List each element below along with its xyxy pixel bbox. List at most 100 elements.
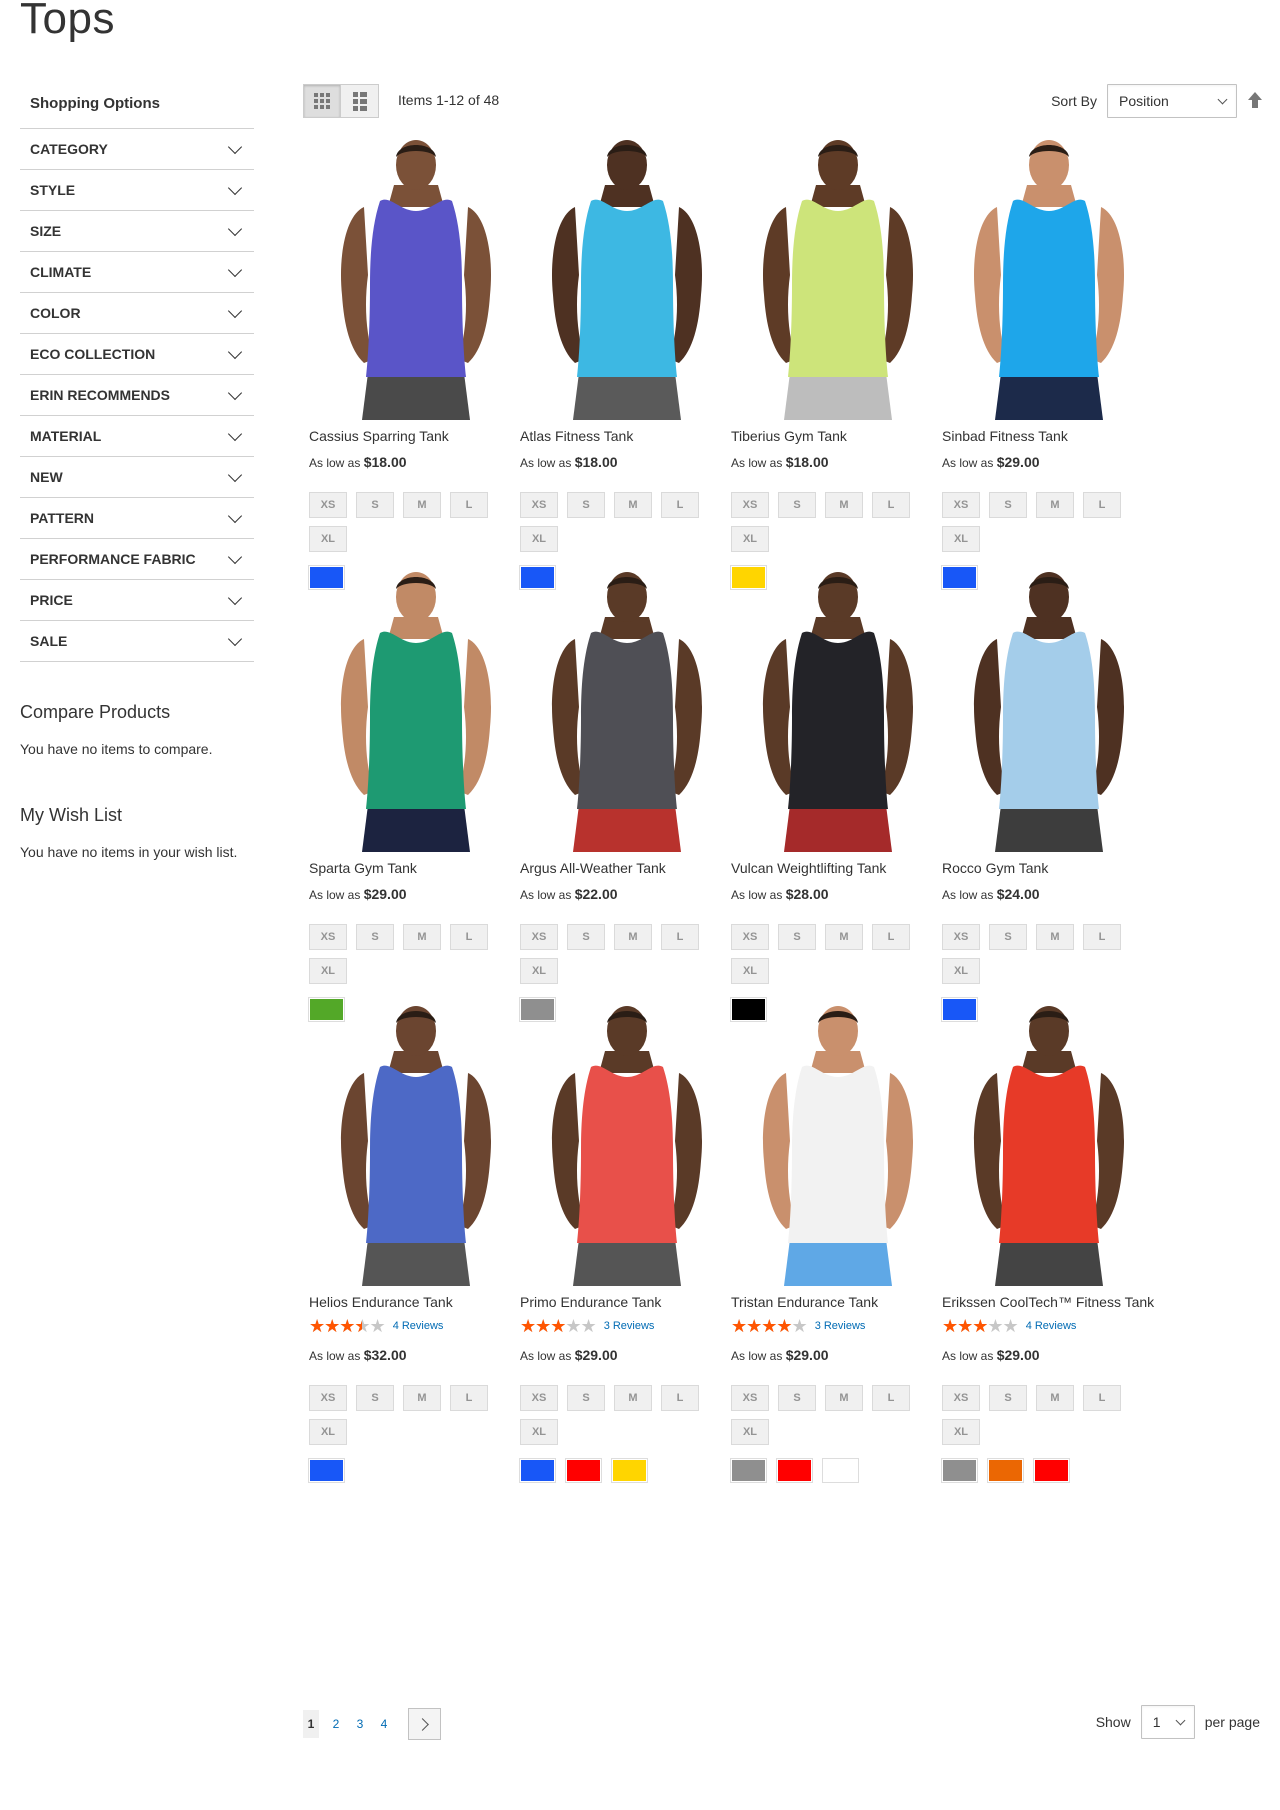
product-name[interactable]: Rocco Gym Tank — [942, 860, 1156, 876]
size-option-xl[interactable]: XL — [731, 958, 769, 984]
size-option-xs[interactable]: XS — [942, 924, 980, 950]
product-name[interactable]: Helios Endurance Tank — [309, 1294, 523, 1310]
reviews-link[interactable]: 3 Reviews — [815, 1320, 866, 1332]
product-image[interactable] — [517, 567, 737, 852]
filter-category[interactable]: CATEGORY — [20, 129, 254, 170]
product-image[interactable] — [306, 567, 526, 852]
color-swatch-red[interactable] — [1033, 1458, 1070, 1483]
product-image[interactable] — [517, 135, 737, 420]
size-option-xs[interactable]: XS — [942, 492, 980, 518]
page-link-2[interactable]: 2 — [324, 1710, 348, 1738]
color-swatch-blue[interactable] — [519, 1458, 556, 1483]
color-swatch-red[interactable] — [565, 1458, 602, 1483]
product-name[interactable]: Tristan Endurance Tank — [731, 1294, 945, 1310]
product-name[interactable]: Vulcan Weightlifting Tank — [731, 860, 945, 876]
reviews-link[interactable]: 3 Reviews — [604, 1320, 655, 1332]
product-image[interactable] — [728, 567, 948, 852]
filter-climate[interactable]: CLIMATE — [20, 252, 254, 293]
size-option-xs[interactable]: XS — [731, 924, 769, 950]
size-option-m[interactable]: M — [403, 924, 441, 950]
size-option-xl[interactable]: XL — [942, 526, 980, 552]
size-option-l[interactable]: L — [872, 492, 910, 518]
product-image[interactable] — [939, 135, 1159, 420]
page-link-4[interactable]: 4 — [372, 1710, 396, 1738]
product-name[interactable]: Cassius Sparring Tank — [309, 428, 523, 444]
size-option-s[interactable]: S — [356, 492, 394, 518]
size-option-m[interactable]: M — [1036, 492, 1074, 518]
product-image[interactable] — [939, 567, 1159, 852]
size-option-s[interactable]: S — [567, 492, 605, 518]
size-option-m[interactable]: M — [614, 924, 652, 950]
size-option-l[interactable]: L — [450, 924, 488, 950]
product-name[interactable]: Atlas Fitness Tank — [520, 428, 734, 444]
filter-pattern[interactable]: PATTERN — [20, 498, 254, 539]
size-option-s[interactable]: S — [778, 492, 816, 518]
size-option-m[interactable]: M — [403, 492, 441, 518]
size-option-s[interactable]: S — [989, 924, 1027, 950]
size-option-xl[interactable]: XL — [309, 526, 347, 552]
size-option-l[interactable]: L — [450, 1385, 488, 1411]
list-view-button[interactable] — [341, 84, 379, 118]
size-option-s[interactable]: S — [989, 492, 1027, 518]
size-option-xl[interactable]: XL — [520, 958, 558, 984]
size-option-l[interactable]: L — [450, 492, 488, 518]
grid-view-button[interactable] — [303, 84, 341, 118]
limiter-select[interactable]: 1 — [1140, 1705, 1195, 1739]
size-option-s[interactable]: S — [567, 924, 605, 950]
size-option-s[interactable]: S — [356, 1385, 394, 1411]
product-image[interactable] — [306, 135, 526, 420]
size-option-xs[interactable]: XS — [309, 924, 347, 950]
filter-erin-recommends[interactable]: ERIN RECOMMENDS — [20, 375, 254, 416]
size-option-m[interactable]: M — [614, 492, 652, 518]
size-option-m[interactable]: M — [825, 1385, 863, 1411]
product-name[interactable]: Erikssen CoolTech™ Fitness Tank — [942, 1294, 1156, 1310]
color-swatch-red[interactable] — [776, 1458, 813, 1483]
size-option-xl[interactable]: XL — [309, 958, 347, 984]
size-option-xs[interactable]: XS — [942, 1385, 980, 1411]
page-link-3[interactable]: 3 — [348, 1710, 372, 1738]
color-swatch-white[interactable] — [822, 1458, 859, 1483]
size-option-m[interactable]: M — [614, 1385, 652, 1411]
filter-sale[interactable]: SALE — [20, 621, 254, 662]
arrow-up-icon[interactable] — [1247, 92, 1263, 110]
size-option-l[interactable]: L — [1083, 492, 1121, 518]
color-swatch-gray[interactable] — [730, 1458, 767, 1483]
size-option-s[interactable]: S — [356, 924, 394, 950]
size-option-xl[interactable]: XL — [731, 526, 769, 552]
filter-new[interactable]: NEW — [20, 457, 254, 498]
size-option-m[interactable]: M — [403, 1385, 441, 1411]
size-option-m[interactable]: M — [825, 492, 863, 518]
filter-color[interactable]: COLOR — [20, 293, 254, 334]
size-option-xl[interactable]: XL — [520, 1419, 558, 1445]
size-option-xl[interactable]: XL — [942, 1419, 980, 1445]
filter-eco-collection[interactable]: ECO COLLECTION — [20, 334, 254, 375]
color-swatch-blue[interactable] — [308, 1458, 345, 1483]
product-name[interactable]: Sinbad Fitness Tank — [942, 428, 1156, 444]
size-option-m[interactable]: M — [1036, 1385, 1074, 1411]
filter-size[interactable]: SIZE — [20, 211, 254, 252]
product-image[interactable] — [728, 135, 948, 420]
reviews-link[interactable]: 4 Reviews — [1026, 1320, 1077, 1332]
size-option-m[interactable]: M — [1036, 924, 1074, 950]
size-option-xl[interactable]: XL — [520, 526, 558, 552]
size-option-xs[interactable]: XS — [520, 1385, 558, 1411]
product-image[interactable] — [306, 1001, 526, 1286]
size-option-l[interactable]: L — [872, 924, 910, 950]
product-image[interactable] — [517, 1001, 737, 1286]
size-option-l[interactable]: L — [661, 1385, 699, 1411]
next-page-button[interactable] — [408, 1708, 441, 1740]
filter-style[interactable]: STYLE — [20, 170, 254, 211]
filter-price[interactable]: PRICE — [20, 580, 254, 621]
size-option-l[interactable]: L — [661, 492, 699, 518]
size-option-l[interactable]: L — [1083, 924, 1121, 950]
size-option-xl[interactable]: XL — [731, 1419, 769, 1445]
size-option-xs[interactable]: XS — [309, 492, 347, 518]
size-option-xl[interactable]: XL — [309, 1419, 347, 1445]
color-swatch-orange[interactable] — [987, 1458, 1024, 1483]
size-option-xl[interactable]: XL — [942, 958, 980, 984]
product-name[interactable]: Sparta Gym Tank — [309, 860, 523, 876]
size-option-m[interactable]: M — [825, 924, 863, 950]
reviews-link[interactable]: 4 Reviews — [393, 1320, 444, 1332]
color-swatch-gray[interactable] — [941, 1458, 978, 1483]
color-swatch-yellow[interactable] — [611, 1458, 648, 1483]
